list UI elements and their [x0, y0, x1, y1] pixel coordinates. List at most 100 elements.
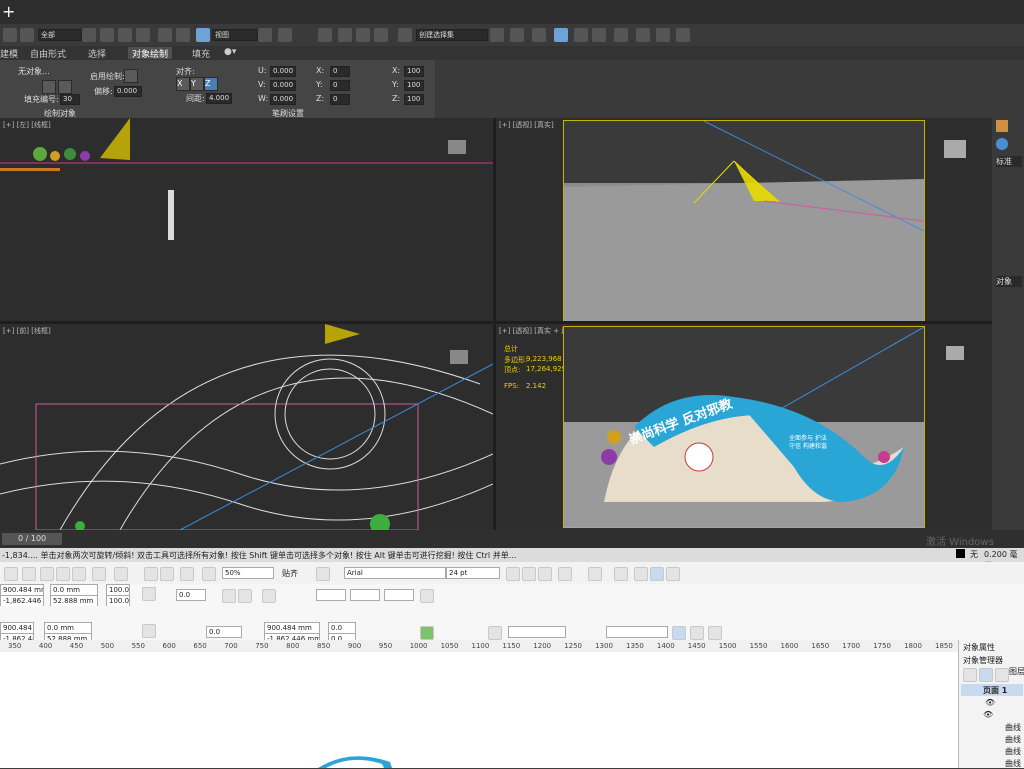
move-icon[interactable]	[158, 28, 172, 42]
render-setup-icon[interactable]	[636, 28, 650, 42]
graphite-toggle-icon[interactable]	[554, 28, 568, 42]
redo-icon[interactable]	[114, 567, 128, 581]
print-icon[interactable]	[22, 567, 36, 581]
scale-x-spinner[interactable]: 100	[404, 66, 424, 77]
wrap-text-icon[interactable]	[420, 589, 434, 603]
viewcube-icon[interactable]	[944, 140, 966, 158]
viewport-divider-horizontal[interactable]	[0, 321, 992, 324]
viewcube-icon[interactable]	[450, 350, 468, 364]
fill-number-spinner[interactable]: 30	[60, 94, 80, 105]
tab-populate[interactable]: 填充	[192, 47, 210, 60]
angle-snap-icon[interactable]	[338, 28, 352, 42]
character-format-icon[interactable]	[614, 567, 628, 581]
standard-primitives-select[interactable]: 标准	[996, 156, 1022, 167]
spacing-spinner[interactable]: 4.000	[206, 93, 232, 104]
copy-properties-icon[interactable]	[672, 626, 686, 640]
z-spinner[interactable]: 0	[330, 94, 350, 105]
undo-icon[interactable]	[92, 567, 106, 581]
publish-pdf-icon[interactable]	[180, 567, 194, 581]
viewport-label[interactable]: [+] [透视] [真实]	[499, 120, 554, 130]
geometry-icon[interactable]	[996, 138, 1008, 150]
u-spinner[interactable]: 0.000	[270, 66, 296, 77]
eye-icon[interactable]: 👁	[983, 710, 993, 719]
docker-subtitle[interactable]: 对象管理器	[963, 655, 1003, 666]
create-tab-icon[interactable]	[996, 120, 1008, 132]
lock-ratio-icon[interactable]	[142, 587, 156, 601]
mirror-icon[interactable]	[490, 28, 504, 42]
pivot-icon[interactable]	[258, 28, 272, 42]
options-icon[interactable]	[316, 567, 330, 581]
render-frame-icon[interactable]	[656, 28, 670, 42]
paint-brush-icon[interactable]	[124, 69, 138, 83]
show-properties-icon[interactable]	[995, 668, 1009, 682]
undo-icon[interactable]	[3, 28, 17, 42]
text-align-icon[interactable]	[558, 567, 572, 581]
percent-snap-icon[interactable]	[356, 28, 370, 42]
viewcube-icon[interactable]	[448, 140, 466, 154]
copy-icon[interactable]	[56, 567, 70, 581]
start-arrow-select[interactable]	[316, 589, 346, 601]
scale-z-spinner[interactable]: 100	[404, 94, 424, 105]
scale-icon[interactable]	[196, 28, 210, 42]
end-arrow-select[interactable]	[384, 589, 414, 601]
rectangle-select-icon[interactable]	[118, 28, 132, 42]
render-teapot-icon[interactable]	[676, 28, 690, 42]
w-spinner[interactable]: 0.000	[270, 94, 296, 105]
pick-object-icon[interactable]	[42, 80, 56, 94]
full-screen-icon[interactable]	[202, 567, 216, 581]
viewport-perspective-bottom[interactable]: [+] [透视] [真实 + 边面] 总计 多边形: 9,223,968 顶点:…	[496, 324, 992, 530]
import-icon[interactable]	[144, 567, 158, 581]
axis-y-button[interactable]: Y	[190, 77, 204, 91]
effects-icon[interactable]	[488, 626, 502, 640]
color-palette-icon[interactable]	[708, 626, 722, 640]
export-icon[interactable]	[160, 567, 174, 581]
viewport-left[interactable]: [+] [左] [线框]	[0, 118, 493, 321]
underline-icon[interactable]	[538, 567, 552, 581]
x-spinner[interactable]: 0	[330, 66, 350, 77]
edit-text-icon[interactable]	[634, 567, 648, 581]
viewport-front[interactable]: [+] [前] [线框]	[0, 324, 493, 530]
effect-select[interactable]	[508, 626, 566, 638]
horizontal-text-icon[interactable]	[650, 567, 664, 581]
rotation-field-2[interactable]: 0.0	[206, 626, 242, 638]
vertical-text-icon[interactable]	[666, 567, 680, 581]
select-by-name-icon[interactable]	[100, 28, 114, 42]
window-crossing-icon[interactable]	[136, 28, 150, 42]
bullet-list-icon[interactable]	[588, 567, 602, 581]
axis-z-button[interactable]: Z	[204, 77, 218, 91]
edit-named-selection-icon[interactable]	[398, 28, 412, 42]
y-spinner[interactable]: 0	[330, 80, 350, 91]
mirror-vertical-icon[interactable]	[238, 589, 252, 603]
curve-item[interactable]: 曲线	[1005, 734, 1021, 745]
redo-icon[interactable]	[20, 28, 34, 42]
object-list-icon[interactable]	[58, 80, 72, 94]
fill-swatch-icon[interactable]	[956, 549, 965, 558]
docker-title[interactable]: 对象属性	[963, 642, 995, 653]
curve-item[interactable]: 曲线	[1005, 746, 1021, 757]
clear-effect-icon[interactable]	[690, 626, 704, 640]
eye-icon[interactable]: ●▾	[224, 47, 236, 59]
curve-editor-icon[interactable]	[574, 28, 588, 42]
snap-to-menu[interactable]: 贴齐	[282, 568, 298, 579]
plus-icon[interactable]: +	[2, 2, 15, 21]
preset-select[interactable]	[606, 626, 668, 638]
font-size-select[interactable]: 24 pt	[446, 567, 500, 579]
curve-item[interactable]: 曲线	[1005, 722, 1021, 733]
drawing-canvas[interactable]	[0, 652, 958, 768]
save-icon[interactable]	[4, 567, 18, 581]
selection-filter-select[interactable]: 全部	[38, 29, 82, 41]
viewport-perspective-top[interactable]: [+] [透视] [真实]	[496, 118, 992, 321]
page-row[interactable]: 页面 1	[961, 684, 1023, 696]
mirror-horizontal-icon[interactable]	[222, 589, 236, 603]
tab-object-paint[interactable]: 对象绘制	[128, 47, 173, 60]
italic-icon[interactable]	[522, 567, 536, 581]
line-style-select[interactable]	[350, 589, 380, 601]
tab-selection[interactable]: 选择	[88, 47, 106, 60]
node-tool-icon[interactable]	[262, 589, 276, 603]
paste-icon[interactable]	[72, 567, 86, 581]
rotation-field[interactable]: 0.0	[176, 589, 206, 601]
new-layer-icon[interactable]	[963, 668, 977, 682]
rotate-icon[interactable]	[176, 28, 190, 42]
named-selection-set-select[interactable]: 创建选择集	[416, 29, 488, 41]
reference-coord-select[interactable]: 视图	[212, 29, 258, 41]
